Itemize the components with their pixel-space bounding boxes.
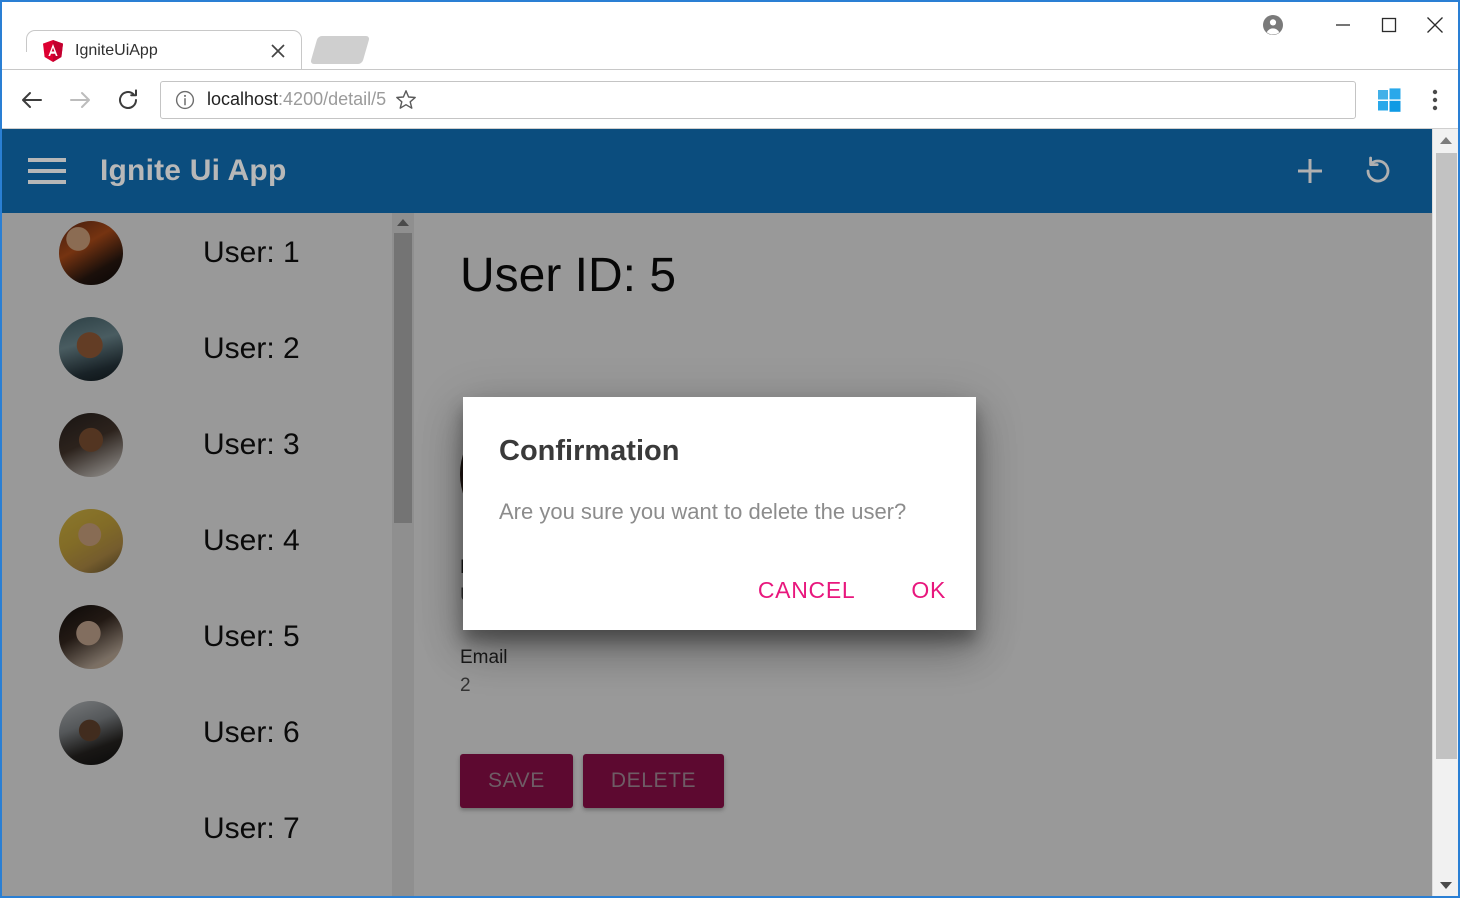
dialog-message: Are you sure you want to delete the user… [499, 499, 907, 524]
toolbar-actions [1290, 151, 1398, 191]
hamburger-menu-icon[interactable] [28, 149, 72, 193]
windows-extension-icon[interactable] [1366, 76, 1412, 124]
back-arrow-icon[interactable] [8, 76, 56, 124]
close-icon[interactable] [267, 40, 289, 62]
ok-button[interactable]: OK [909, 573, 948, 608]
browser-tab-igniteuiapp[interactable]: IgniteUiApp [13, 30, 302, 71]
confirmation-dialog: Confirmation Are you sure you want to de… [463, 397, 976, 630]
page-viewport: Ignite Ui App User: 1 User: 2 User: 3 Us… [2, 129, 1458, 896]
tab-strip: IgniteUiApp [2, 2, 1458, 71]
angular-icon [43, 39, 63, 62]
url-host: localhost [207, 89, 279, 109]
forward-arrow-icon [56, 76, 104, 124]
tab-title: IgniteUiApp [75, 41, 158, 59]
app-toolbar: Ignite Ui App [2, 129, 1432, 213]
scrollbar-thumb[interactable] [1436, 153, 1457, 759]
cancel-button[interactable]: CANCEL [756, 573, 858, 608]
app-title: Ignite Ui App [100, 154, 287, 187]
minimize-icon[interactable] [1320, 2, 1366, 48]
profile-avatar-icon[interactable] [1250, 2, 1296, 48]
three-dot-menu-icon[interactable] [1412, 76, 1458, 124]
scroll-up-icon[interactable] [1433, 129, 1458, 151]
dialog-title: Confirmation [499, 435, 680, 467]
refresh-icon[interactable] [1358, 151, 1398, 191]
plus-icon[interactable] [1290, 151, 1330, 191]
reload-icon[interactable] [104, 76, 152, 124]
window-close-icon[interactable] [1412, 2, 1458, 48]
scroll-down-icon[interactable] [1433, 874, 1458, 896]
browser-window: IgniteUiApp localhost:4200/detail/5 Igni… [0, 0, 1460, 898]
window-controls [1250, 2, 1458, 48]
url-path: :4200/detail/5 [278, 89, 387, 109]
address-bar-url: localhost:4200/detail/5 [207, 89, 386, 110]
maximize-icon[interactable] [1366, 2, 1412, 48]
page-scrollbar[interactable] [1432, 129, 1458, 896]
star-icon[interactable] [386, 81, 426, 119]
address-bar[interactable]: localhost:4200/detail/5 [160, 80, 1356, 119]
dialog-actions: CANCEL OK [756, 573, 948, 608]
new-tab-icon[interactable] [309, 36, 371, 64]
browser-navigation-bar: localhost:4200/detail/5 [2, 70, 1458, 129]
info-circle-icon[interactable] [175, 90, 195, 110]
